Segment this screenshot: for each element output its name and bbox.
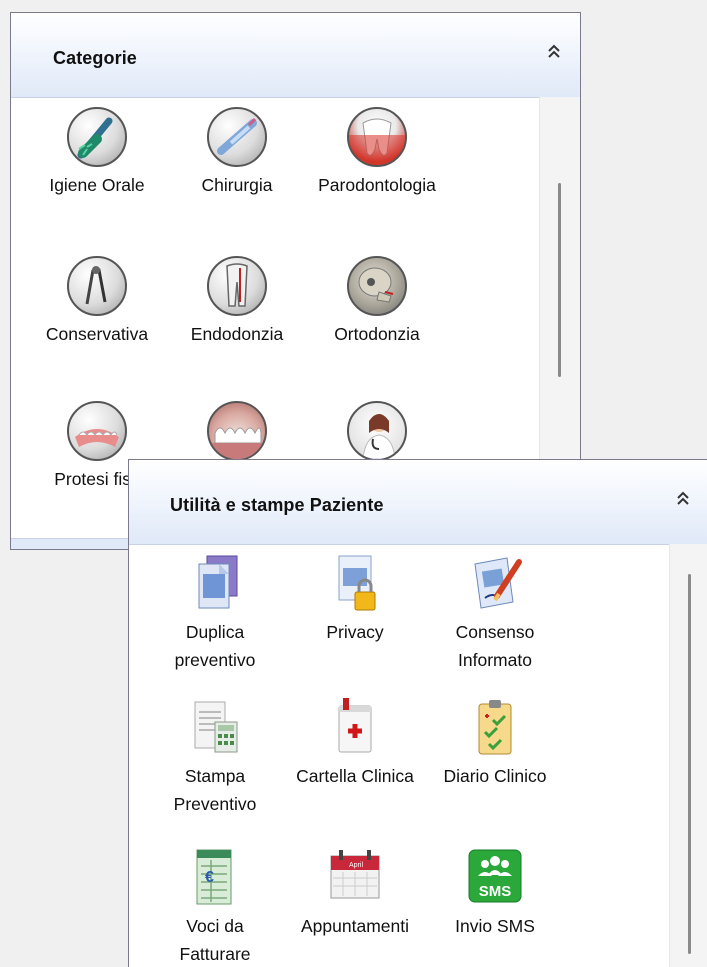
bridge-icon — [207, 401, 267, 461]
utility-label: Appuntamenti — [301, 916, 409, 936]
syringe-icon — [207, 107, 267, 167]
collapse-chevron-icon[interactable] — [673, 487, 693, 511]
utility-label: Privacy — [326, 622, 384, 642]
category-igiene-orale[interactable]: Igiene Orale — [27, 107, 167, 199]
denture-icon — [67, 401, 127, 461]
duplicate-docs-icon — [185, 552, 245, 614]
category-label: Parodontologia — [318, 175, 436, 195]
utility-consenso-informato[interactable]: Consenso Informato — [425, 552, 565, 674]
utilities-scrollbar-thumb[interactable] — [688, 574, 691, 954]
categories-title: Categorie — [53, 48, 137, 68]
category-chirurgia[interactable]: Chirurgia — [167, 107, 307, 199]
category-label: Igiene Orale — [49, 175, 145, 195]
category-parodontologia[interactable]: Parodontologia — [307, 107, 447, 199]
categories-scrollbar-thumb[interactable] — [558, 183, 561, 377]
utility-invio-sms[interactable]: SMS Invio SMS — [425, 846, 565, 940]
collapse-chevron-icon[interactable] — [544, 40, 564, 64]
sms-icon: SMS — [465, 846, 525, 908]
utility-privacy[interactable]: Privacy — [285, 552, 425, 646]
category-label: Endodonzia — [190, 324, 284, 344]
checklist-clipboard-icon — [465, 696, 525, 758]
skull-xray-icon — [347, 256, 407, 316]
utility-cartella-clinica[interactable]: Cartella Clinica — [285, 696, 425, 790]
category-conservativa[interactable]: Conservativa — [27, 256, 167, 348]
dental-drill-icon — [67, 256, 127, 316]
utility-appuntamenti[interactable]: April Appuntamenti — [285, 846, 425, 940]
toothbrush-icon — [67, 107, 127, 167]
categories-header[interactable]: Categorie — [11, 13, 580, 98]
svg-text:€: € — [205, 869, 214, 886]
utility-label: Invio SMS — [455, 916, 535, 936]
calendar-month-text: April — [349, 862, 363, 869]
sms-badge-text: SMS — [479, 883, 512, 900]
utilities-title: Utilità e stampe Paziente — [170, 495, 384, 515]
utility-diario-clinico[interactable]: Diario Clinico — [425, 696, 565, 790]
category-ortodonzia[interactable]: Ortodonzia — [307, 256, 447, 348]
utility-label: Consenso Informato — [455, 622, 535, 670]
root-canal-icon — [207, 256, 267, 316]
utility-label: Diario Clinico — [443, 766, 547, 786]
category-doctor[interactable] — [307, 401, 447, 461]
utility-label: Voci da Fatturare — [179, 916, 251, 964]
category-label: Chirurgia — [201, 175, 273, 195]
category-label: Ortodonzia — [334, 324, 420, 344]
invoice-icon: € — [185, 846, 245, 908]
utility-label: Duplica preventivo — [174, 622, 256, 670]
utility-label: Stampa Preventivo — [173, 766, 257, 814]
utilities-panel: Utilità e stampe Paziente Duplica prevent… — [128, 459, 707, 967]
utility-stampa-preventivo[interactable]: Stampa Preventivo — [145, 696, 285, 818]
doctor-icon — [347, 401, 407, 461]
utilities-header[interactable]: Utilità e stampe Paziente — [129, 460, 707, 545]
utility-duplica-preventivo[interactable]: Duplica preventivo — [145, 552, 285, 674]
medical-folder-icon — [325, 696, 385, 758]
category-bridge[interactable] — [167, 401, 307, 461]
utility-voci-da-fatturare[interactable]: € Voci da Fatturare — [145, 846, 285, 967]
utilities-scrollbar[interactable] — [669, 544, 707, 967]
calculator-document-icon — [185, 696, 245, 758]
calendar-icon: April — [325, 846, 385, 908]
category-endodonzia[interactable]: Endodonzia — [167, 256, 307, 348]
utility-label: Cartella Clinica — [296, 766, 414, 786]
category-label: Conservativa — [45, 324, 149, 344]
signed-document-icon — [465, 552, 525, 614]
tooth-gum-icon — [347, 107, 407, 167]
lock-document-icon — [325, 552, 385, 614]
